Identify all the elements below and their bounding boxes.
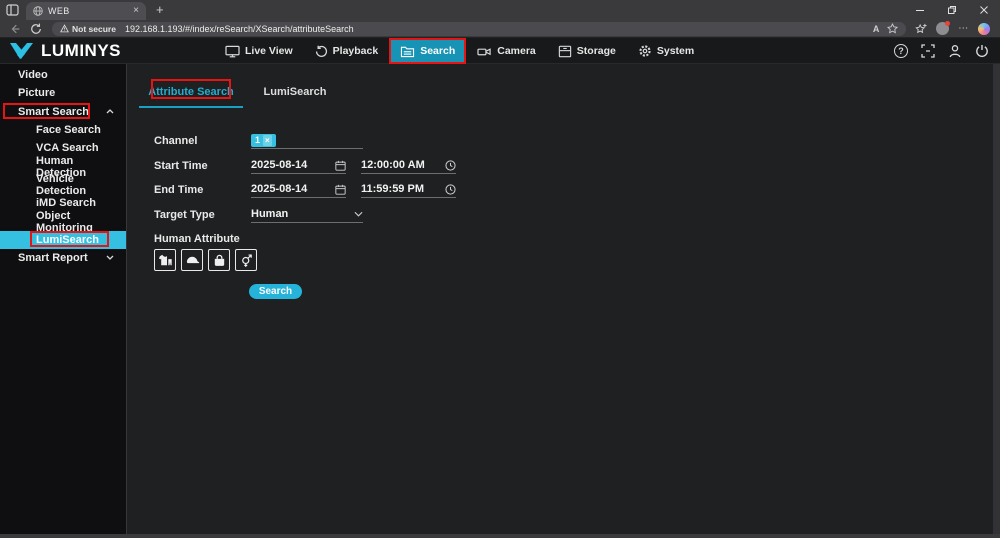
nav-system[interactable]: System [627,38,705,64]
globe-favicon-icon [33,6,43,16]
url-text[interactable]: 192.168.1.193/#/index/reSearch/XSearch/a… [125,24,865,34]
help-icon[interactable]: ? [894,44,908,58]
collections-star-icon[interactable] [915,23,927,35]
channel-tag[interactable]: 1 × [251,134,276,147]
fullscreen-icon[interactable] [921,44,935,58]
vertical-scrollbar[interactable] [993,64,1000,534]
favorite-star-icon[interactable] [887,23,898,34]
header-right-icons: ? [894,38,989,64]
back-icon[interactable] [9,23,21,35]
sidebar-item-lumisearch[interactable]: LumiSearch [0,231,126,249]
target-type-label: Target Type [154,209,215,221]
window-close-icon[interactable] [968,0,1000,20]
profile-avatar[interactable] [936,22,949,35]
browser-url-row: Not secure 192.168.1.193/#/index/reSearc… [0,20,1000,38]
clothes-icon[interactable] [154,249,176,271]
system-gear-icon [638,44,652,58]
cap-icon[interactable] [181,249,203,271]
clock-icon[interactable] [445,184,456,195]
browser-menu-icon[interactable]: ⋯ [958,23,969,34]
tab-close-icon[interactable]: × [133,6,139,16]
warning-icon [60,24,69,33]
monitor-icon [225,45,240,58]
target-type-select[interactable]: Human [251,206,363,223]
gender-icon[interactable] [235,249,257,271]
channel-field[interactable]: 1 × [251,132,363,149]
app-header: LUMINYS Live View Playback Search C [0,38,1000,64]
nav-playback[interactable]: Playback [304,38,390,64]
end-clock-field[interactable]: 11:59:59 PM [361,181,456,198]
window-minimize-icon[interactable] [904,0,936,20]
nav-search[interactable]: Search [389,38,466,64]
refresh-icon[interactable] [30,23,42,35]
playback-icon [315,45,328,58]
main-nav: Live View Playback Search Camera Stor [214,38,705,64]
font-size-icon[interactable]: A [873,24,880,34]
sidebar-item-smart-report[interactable]: Smart Report [0,249,126,267]
clock-icon[interactable] [445,160,456,171]
luminys-logo: LUMINYS [8,38,121,64]
sidebar-item-vehicle-detection[interactable]: Vehicle Detection [0,176,126,194]
storage-icon [558,45,572,58]
end-date-field[interactable]: 2025-08-14 [251,181,346,198]
sidebar-item-picture[interactable]: Picture [0,84,126,102]
channel-label: Channel [154,135,197,147]
start-date-field[interactable]: 2025-08-14 [251,157,346,174]
power-icon[interactable] [975,44,989,58]
tag-close-icon[interactable]: × [263,135,272,146]
brand-text: LUMINYS [41,41,121,61]
nav-camera[interactable]: Camera [466,38,547,64]
window-restore-icon[interactable] [936,0,968,20]
attribute-buttons [154,249,257,271]
nav-live-view[interactable]: Live View [214,38,304,64]
tab-attribute-search[interactable]: Attribute Search [139,76,243,108]
tab-title: WEB [48,6,133,16]
start-time-label: Start Time [154,160,208,172]
chevron-down-icon [354,211,363,217]
chevron-up-icon [106,109,114,114]
copilot-icon[interactable] [978,23,990,35]
start-clock-field[interactable]: 12:00:00 AM [361,157,456,174]
sidebar-item-object-monitoring[interactable]: Object Monitoring [0,212,126,230]
nav-storage[interactable]: Storage [547,38,627,64]
horizontal-scrollbar[interactable] [0,534,1000,538]
not-secure-badge[interactable]: Not secure [60,24,116,34]
search-folder-icon [400,45,415,58]
main-content: Attribute Search LumiSearch Channel 1 × … [128,64,1000,538]
camera-icon [477,45,492,58]
calendar-icon[interactable] [335,160,346,171]
tab-actions-icon[interactable] [5,3,20,17]
sidebar-item-face-search[interactable]: Face Search [0,121,126,139]
new-tab-icon[interactable]: + [156,4,164,16]
calendar-icon[interactable] [335,184,346,195]
user-icon[interactable] [948,44,962,58]
browser-tab-strip: WEB × + [0,0,1000,20]
sidebar-item-video[interactable]: Video [0,66,126,84]
browser-tab[interactable]: WEB × [26,2,146,20]
sidebar-item-smart-search[interactable]: Smart Search [0,103,126,121]
tab-lumisearch[interactable]: LumiSearch [243,76,347,108]
chevron-down-icon [106,255,114,260]
sidebar: Video Picture Smart Search Face Search V… [0,64,127,538]
luminys-logo-icon [8,41,35,61]
search-button[interactable]: Search [249,284,302,299]
end-time-label: End Time [154,184,203,196]
content-tabs: Attribute Search LumiSearch [139,76,347,108]
bag-icon[interactable] [208,249,230,271]
human-attribute-label: Human Attribute [154,233,240,245]
url-bar[interactable]: Not secure 192.168.1.193/#/index/reSearc… [52,22,906,36]
